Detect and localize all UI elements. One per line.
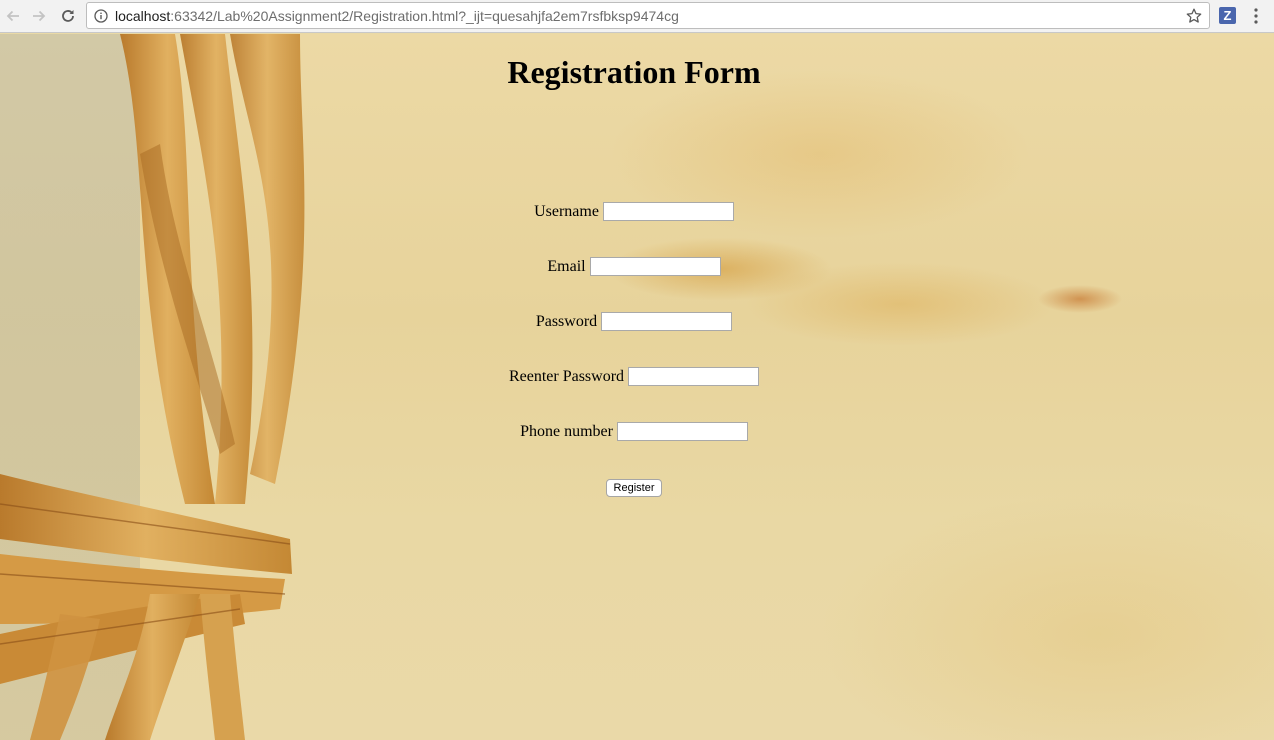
address-bar[interactable]: localhost :63342/Lab%20Assignment2/Regis… bbox=[86, 2, 1210, 29]
back-button[interactable] bbox=[1, 4, 25, 28]
kebab-menu-icon[interactable] bbox=[1248, 6, 1264, 26]
zotero-extension-icon[interactable]: Z bbox=[1219, 7, 1236, 24]
forward-button[interactable] bbox=[27, 4, 51, 28]
username-row: Username bbox=[0, 202, 1268, 221]
reload-button[interactable] bbox=[56, 4, 80, 28]
reload-icon bbox=[62, 10, 74, 22]
page-viewport: Registration Form Username Email Passwor… bbox=[0, 34, 1274, 740]
page-title: Registration Form bbox=[507, 54, 761, 90]
phone-number-row: Phone number bbox=[0, 422, 1268, 441]
bookmark-star-icon[interactable] bbox=[1185, 7, 1203, 25]
password-label: Password bbox=[535, 312, 598, 330]
arrow-right-icon bbox=[33, 10, 46, 22]
phone-number-label: Phone number bbox=[520, 422, 613, 440]
username-label: Username bbox=[534, 202, 599, 220]
password-input[interactable] bbox=[601, 312, 733, 331]
email-label: Email bbox=[547, 257, 586, 275]
raffia-decoration bbox=[0, 34, 305, 740]
browser-toolbar: localhost :63342/Lab%20Assignment2/Regis… bbox=[0, 0, 1274, 33]
register-button[interactable]: Register bbox=[605, 479, 663, 497]
reenter-password-label: Reenter Password bbox=[508, 367, 625, 385]
email-input[interactable] bbox=[589, 257, 721, 276]
url-host: localhost bbox=[115, 7, 171, 24]
url-path: :63342/Lab%20Assignment2/Registration.ht… bbox=[170, 7, 679, 24]
arrow-left-icon bbox=[6, 10, 19, 22]
register-row: Register bbox=[0, 479, 1268, 497]
reenter-password-row: Reenter Password bbox=[0, 367, 1268, 386]
username-input[interactable] bbox=[602, 202, 734, 221]
reenter-password-input[interactable] bbox=[628, 367, 760, 386]
password-row: Password bbox=[0, 312, 1268, 331]
email-row: Email bbox=[0, 257, 1268, 276]
phone-number-input[interactable] bbox=[616, 422, 748, 441]
info-icon[interactable] bbox=[94, 8, 108, 23]
